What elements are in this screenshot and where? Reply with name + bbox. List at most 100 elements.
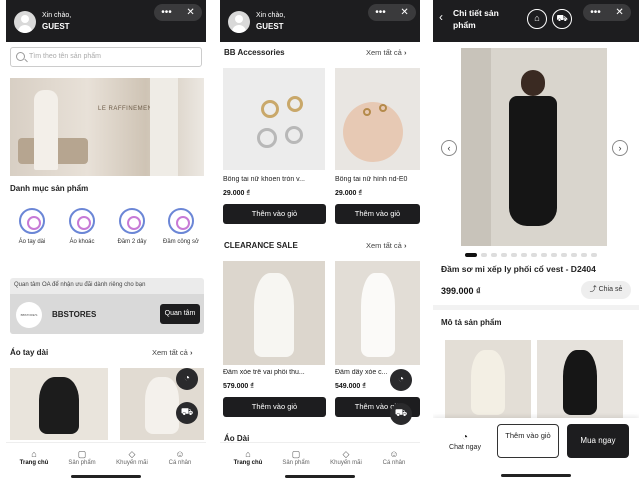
pagination-dot[interactable]	[571, 253, 577, 257]
home-icon: ⌂	[245, 449, 251, 459]
more-icon[interactable]: •••	[161, 7, 172, 19]
see-all-link[interactable]: Xem tất cả	[366, 241, 406, 250]
avatar[interactable]	[14, 11, 36, 33]
section-title: CLEARANCE SALE	[224, 241, 298, 250]
nav-label: Trang chủ	[19, 460, 49, 466]
chat-icon[interactable]: ◔	[176, 368, 198, 390]
more-icon[interactable]: •••	[590, 7, 601, 19]
home-screen: Xin chào, GUEST ••• ✕ Tìm theo tên sản p…	[6, 0, 206, 480]
search-input[interactable]: Tìm theo tên sản phẩm	[10, 47, 202, 67]
category-item[interactable]: Đầm công sở	[159, 208, 203, 246]
add-to-cart-button[interactable]: Thêm vào giỏ	[223, 397, 326, 417]
earring-shape	[261, 100, 279, 118]
categories-title: Danh mục sản phẩm	[10, 184, 89, 193]
cart-icon[interactable]: ⛟	[552, 9, 572, 29]
pagination-dot[interactable]	[581, 253, 587, 257]
pagination-dot[interactable]	[491, 253, 497, 257]
buy-now-button[interactable]: Mua ngay	[567, 424, 629, 458]
nav-promotions[interactable]: ◇ Khuyến mãi	[326, 449, 366, 466]
earring-shape	[257, 128, 277, 148]
pagination-dot[interactable]	[481, 253, 487, 257]
category-label: Áo tay dài	[18, 239, 46, 245]
box-icon: ▢	[291, 449, 301, 459]
box-icon: ▢	[77, 449, 87, 459]
product-main-image[interactable]	[461, 48, 607, 246]
pagination-dot[interactable]	[561, 253, 567, 257]
close-icon[interactable]: ✕	[615, 7, 623, 19]
follow-button[interactable]: Quan tâm	[160, 304, 200, 324]
model-head	[521, 70, 545, 96]
background-pillar	[461, 48, 491, 246]
chat-button[interactable]: ◔ Chat ngay	[441, 432, 489, 451]
home-indicator	[501, 474, 571, 477]
nav-label: Trang chủ	[233, 460, 263, 466]
product-image[interactable]	[335, 261, 420, 365]
nav-profile[interactable]: ☺ Cá nhân	[160, 449, 200, 466]
pagination-dot[interactable]	[501, 253, 507, 257]
add-to-cart-button[interactable]: Thêm vào giỏ	[335, 204, 420, 224]
nav-home[interactable]: ⌂ Trang chủ	[14, 449, 54, 466]
pagination-dot[interactable]	[541, 253, 547, 257]
more-icon[interactable]: •••	[375, 7, 386, 19]
add-to-cart-button[interactable]: Thêm vào giỏ	[497, 424, 559, 458]
prev-image-button[interactable]: ‹	[441, 140, 457, 156]
add-to-cart-button[interactable]: Thêm vào giỏ	[223, 204, 326, 224]
earring-shape	[363, 108, 371, 116]
product-image[interactable]	[10, 368, 108, 440]
close-icon[interactable]: ✕	[186, 7, 194, 19]
pagination-dot[interactable]	[531, 253, 537, 257]
share-button[interactable]: ⤴ Chia sẻ	[581, 281, 631, 299]
pagination-dot[interactable]	[465, 253, 477, 257]
product-image[interactable]	[335, 68, 420, 170]
share-icon: ⤴	[589, 286, 599, 293]
chat-icon[interactable]: ◔	[390, 369, 412, 391]
tag-icon: ◇	[342, 449, 350, 459]
product-name: Bông tai nữ hình nd-E0	[335, 176, 408, 183]
pagination-dot[interactable]	[521, 253, 527, 257]
see-all-link[interactable]: Xem tất cả	[366, 48, 406, 57]
nav-products[interactable]: ▢ Sản phẩm	[62, 449, 102, 466]
pagination-dot[interactable]	[591, 253, 597, 257]
oa-logo: BBSTORE'S	[16, 302, 42, 328]
category-item[interactable]: Đầm 2 dây	[110, 208, 154, 246]
see-all-link[interactable]: Xem tất cả	[152, 348, 192, 357]
page-title: Chi tiết sản phẩm	[453, 8, 499, 30]
product-price: 29.000 ₫	[223, 190, 250, 197]
pagination-dot[interactable]	[511, 253, 517, 257]
tag-icon: ◇	[128, 449, 136, 459]
greeting-text: Xin chào,	[42, 12, 72, 19]
category-icon	[69, 208, 95, 234]
close-icon[interactable]: ✕	[400, 7, 408, 19]
chat-label: Chat ngay	[449, 444, 481, 451]
product-image[interactable]	[223, 261, 325, 365]
avatar[interactable]	[228, 11, 250, 33]
section-title: Áo tay dài	[10, 348, 49, 357]
description-image[interactable]	[445, 340, 531, 422]
nav-products[interactable]: ▢ Sản phẩm	[276, 449, 316, 466]
category-item[interactable]: Áo khoác	[60, 208, 104, 246]
banner-text: LE RAFFINEMENT	[98, 106, 157, 112]
cart-icon[interactable]: ⛟	[390, 403, 412, 425]
nav-label: Cá nhân	[382, 460, 406, 466]
back-icon[interactable]: ‹	[439, 10, 443, 24]
nav-promotions[interactable]: ◇ Khuyến mãi	[112, 449, 152, 466]
user-name: GUEST	[42, 22, 70, 31]
nav-home[interactable]: ⌂ Trang chủ	[228, 449, 268, 466]
promo-banner[interactable]: LE RAFFINEMENT	[10, 78, 204, 176]
category-item[interactable]: Áo tay dài	[10, 208, 54, 246]
user-icon: ☺	[175, 449, 185, 459]
description-image[interactable]	[537, 340, 623, 422]
product-image[interactable]	[223, 68, 325, 170]
home-icon[interactable]: ⌂	[527, 9, 547, 29]
cart-icon[interactable]: ⛟	[176, 402, 198, 424]
product-price: 29.000 ₫	[335, 190, 362, 197]
next-image-button[interactable]: ›	[612, 140, 628, 156]
header-bar: Xin chào, GUEST ••• ✕	[6, 0, 206, 42]
category-label: Đầm công sở	[163, 239, 199, 245]
dress-shape	[360, 273, 395, 357]
category-label: Đầm 2 dây	[117, 239, 147, 245]
pagination-dot[interactable]	[551, 253, 557, 257]
nav-profile[interactable]: ☺ Cá nhân	[374, 449, 414, 466]
oa-text: Quan tâm OA để nhận ưu đãi dành riêng ch…	[14, 282, 146, 288]
chat-icon: ◔	[461, 432, 469, 443]
